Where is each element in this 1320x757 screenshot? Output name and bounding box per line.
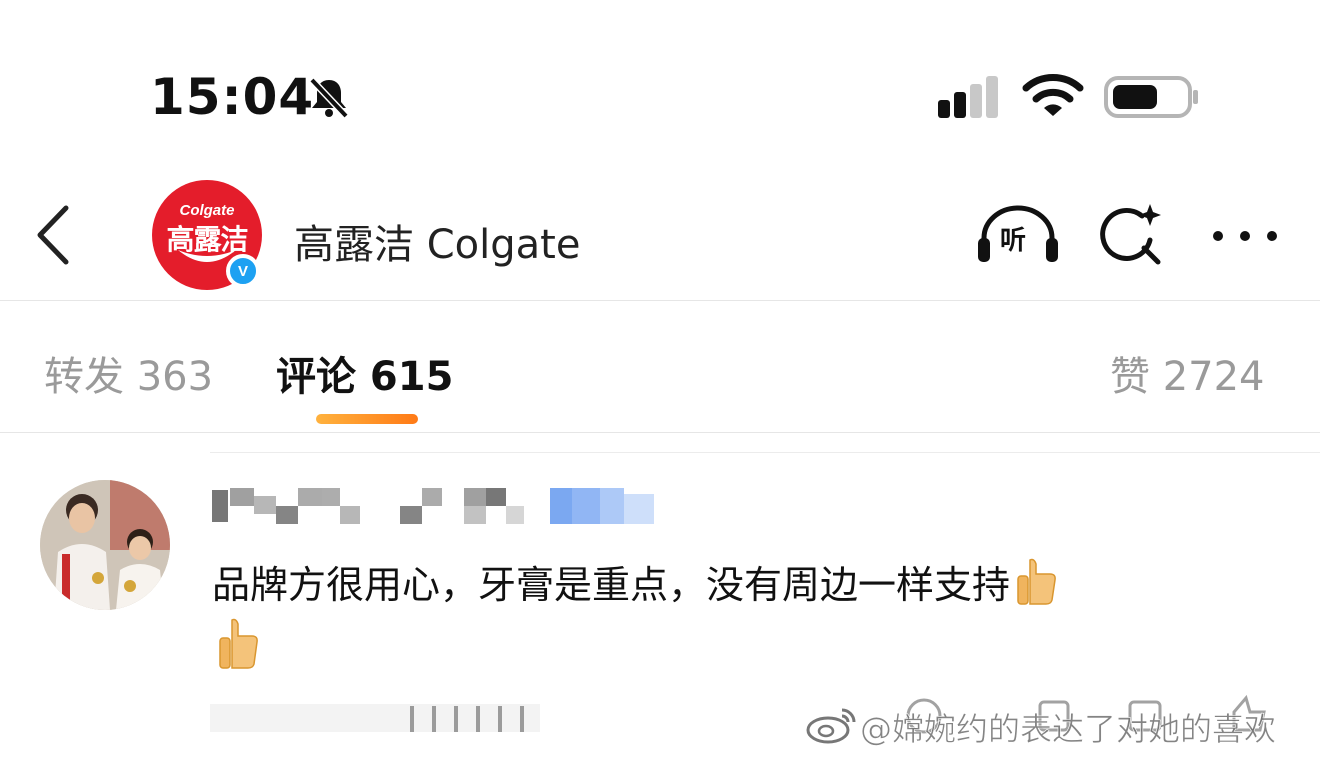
cellular-signal-icon bbox=[938, 76, 998, 118]
more-icon[interactable] bbox=[1210, 226, 1280, 246]
tab-likes[interactable]: 赞 2724 bbox=[1110, 344, 1265, 402]
account-name[interactable]: 高露洁 Colgate bbox=[294, 212, 580, 270]
active-tab-indicator bbox=[316, 414, 418, 424]
comment-meta-redacted bbox=[210, 704, 540, 732]
status-time: 15:04 bbox=[150, 68, 315, 126]
thumbs-up-icon bbox=[1017, 558, 1056, 605]
verified-badge-icon: V bbox=[226, 254, 260, 288]
watermark-text: @嫦婉约的表达了对她的喜欢 bbox=[860, 710, 1277, 749]
tab-repost[interactable]: 转发 363 bbox=[44, 344, 213, 402]
tab-comments[interactable]: 评论 615 bbox=[276, 344, 453, 402]
header-divider bbox=[0, 300, 1320, 301]
bell-muted-icon bbox=[309, 77, 349, 119]
commenter-avatar[interactable] bbox=[40, 480, 170, 610]
brand-logo-text: Colgate bbox=[179, 202, 235, 219]
chevron-left-icon[interactable] bbox=[30, 200, 80, 270]
weibo-logo-icon bbox=[806, 708, 856, 744]
comment-text: 品牌方很用心，牙膏是重点，没有周边一样支持 bbox=[212, 556, 1222, 614]
username-redacted[interactable] bbox=[212, 484, 662, 528]
wifi-icon bbox=[1022, 74, 1084, 116]
tabs-divider bbox=[0, 432, 1320, 433]
search-icon[interactable] bbox=[1098, 200, 1164, 268]
listen-label: 听 bbox=[1000, 226, 1027, 256]
battery-icon bbox=[1104, 76, 1198, 118]
comment-divider bbox=[210, 452, 1320, 453]
avatar-photo bbox=[40, 480, 170, 610]
comment-body: 品牌方很用心，牙膏是重点，没有周边一样支持 bbox=[212, 563, 1011, 607]
thumbs-up-icon bbox=[219, 618, 258, 669]
